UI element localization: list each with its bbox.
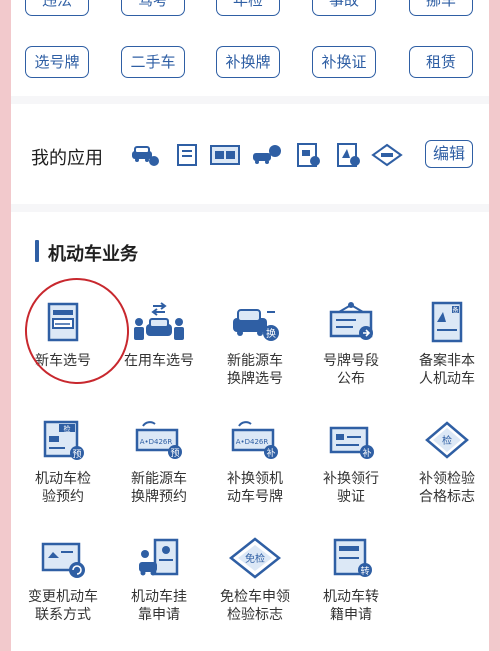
- exempt-badge-icon[interactable]: [371, 142, 403, 168]
- tag-violation[interactable]: 违法: [25, 0, 89, 16]
- service-label: 检验标志: [227, 607, 283, 623]
- tag-annual-check[interactable]: 年检: [216, 0, 280, 16]
- new-car-plate-select[interactable]: 新车选号: [15, 300, 111, 370]
- transfer-doc-icon: 转: [333, 538, 372, 577]
- svg-text:补: 补: [362, 447, 371, 459]
- edit-button[interactable]: 编辑: [425, 140, 473, 168]
- flag-doc-icon[interactable]: [291, 142, 323, 168]
- service-label: 新车选号: [35, 353, 91, 369]
- service-label: 公布: [337, 371, 365, 387]
- service-label: 换牌预约: [131, 489, 187, 505]
- change-contact-info[interactable]: 变更机动车 联系方式: [15, 536, 111, 624]
- service-label: 换牌选号: [227, 371, 283, 387]
- section-accent-bar: [35, 240, 39, 262]
- exempt-mark-icon: 免检: [228, 537, 282, 579]
- service-label: 机动车挂: [131, 589, 187, 605]
- reissue-inspection-mark[interactable]: 检 补领检验 合格标志: [399, 418, 489, 506]
- service-label: 联系方式: [35, 607, 91, 623]
- service-label: 在用车选号: [124, 353, 194, 369]
- record-doc-icon: 备: [431, 301, 463, 343]
- replace-vehicle-plate[interactable]: A•D426R 补 补换领机 动车号牌: [207, 418, 303, 506]
- service-label: 补领检验: [419, 471, 475, 487]
- service-label: 补换领行: [323, 471, 379, 487]
- contact-change-icon: [41, 542, 85, 578]
- service-label: 补换领机: [227, 471, 283, 487]
- plate-replace-icon: A•D426R 补: [231, 421, 278, 459]
- inspection-doc-icon: 检 预: [43, 420, 84, 460]
- service-label: 备案非本: [419, 353, 475, 369]
- service-label: 机动车转: [323, 589, 379, 605]
- inspection-appointment[interactable]: 检 预 机动车检 验预约: [15, 418, 111, 506]
- tag-select-plate[interactable]: 选号牌: [25, 46, 89, 78]
- exempt-inspection-mark[interactable]: 免检 免检车申领 检验标志: [207, 536, 303, 624]
- svg-text:检: 检: [64, 424, 71, 433]
- tag-driving-test[interactable]: 驾考: [121, 0, 185, 16]
- cert-doc-icon[interactable]: [331, 142, 363, 168]
- service-label: 新能源车: [131, 471, 187, 487]
- service-label: 籍申请: [330, 607, 372, 623]
- service-label: 靠申请: [138, 607, 180, 623]
- plate-board-icon[interactable]: [209, 142, 241, 168]
- car-people-icon: [134, 302, 184, 340]
- svg-text:A•D426R: A•D426R: [140, 438, 173, 446]
- vehicle-affiliation-apply[interactable]: 机动车挂 靠申请: [111, 536, 207, 624]
- license-replace-icon: 补: [329, 426, 374, 459]
- service-label: 免检车申领: [220, 589, 290, 605]
- ev-plate-appointment[interactable]: A•D426R 预 新能源车 换牌预约: [111, 418, 207, 506]
- svg-text:预: 预: [72, 449, 81, 460]
- service-label: 驶证: [337, 489, 365, 505]
- tag-replace-license[interactable]: 补换证: [312, 46, 376, 78]
- replace-driving-license[interactable]: 补 补换领行 驶证: [303, 418, 399, 506]
- plate-range-publish[interactable]: 号牌号段 公布: [303, 300, 399, 388]
- service-label: 新能源车: [227, 353, 283, 369]
- svg-text:检: 检: [442, 434, 452, 447]
- my-apps-card: 我的应用: [11, 104, 489, 204]
- car-badge-icon[interactable]: [129, 142, 161, 168]
- ev-plate-select[interactable]: 换 新能源车 换牌选号: [207, 300, 303, 388]
- document-icon[interactable]: [171, 142, 203, 168]
- svg-text:换: 换: [266, 327, 276, 340]
- vehicle-transfer-apply[interactable]: 转 机动车转 籍申请: [303, 536, 399, 624]
- register-other-vehicle[interactable]: 备 备案非本 人机动车: [399, 300, 489, 388]
- tag-move-car[interactable]: 挪车: [409, 0, 473, 16]
- service-label: 人机动车: [419, 371, 475, 387]
- inspection-mark-icon: 检: [425, 421, 469, 459]
- svg-text:转: 转: [360, 565, 369, 577]
- service-label: 合格标志: [419, 489, 475, 505]
- tag-replace-plate[interactable]: 补换牌: [216, 46, 280, 78]
- tag-rental[interactable]: 租赁: [409, 46, 473, 78]
- tag-accident[interactable]: 事故: [312, 0, 376, 16]
- tag-used-car[interactable]: 二手车: [121, 46, 185, 78]
- quick-tags-card: 违法 驾考 年检 事故 挪车 选号牌 二手车 补换牌 补换证 租赁: [11, 0, 489, 96]
- service-label: 变更机动车: [28, 589, 98, 605]
- svg-text:补: 补: [266, 447, 275, 459]
- vehicle-business-title: 机动车业务: [48, 244, 138, 265]
- svg-text:A•D426R: A•D426R: [236, 438, 269, 446]
- ev-car-icon: 换: [233, 309, 279, 341]
- service-label: 动车号牌: [227, 489, 283, 505]
- plate-doc-icon: [47, 302, 79, 342]
- svg-text:免检: 免检: [245, 552, 265, 565]
- my-apps-title: 我的应用: [31, 148, 103, 169]
- affiliation-icon: [139, 538, 179, 576]
- svg-text:备: 备: [452, 306, 458, 314]
- used-car-plate-select[interactable]: 在用车选号: [111, 300, 207, 370]
- notice-board-icon: [329, 302, 373, 340]
- car-move-icon[interactable]: [251, 142, 283, 168]
- plate-appoint-icon: A•D426R 预: [135, 421, 182, 459]
- app-screen: 违法 驾考 年检 事故 挪车 选号牌 二手车 补换牌 补换证 租赁 我的应用 编…: [11, 0, 489, 651]
- service-label: 验预约: [42, 489, 84, 505]
- service-label: 号牌号段: [323, 353, 379, 369]
- svg-text:预: 预: [170, 448, 179, 459]
- service-label: 机动车检: [35, 471, 91, 487]
